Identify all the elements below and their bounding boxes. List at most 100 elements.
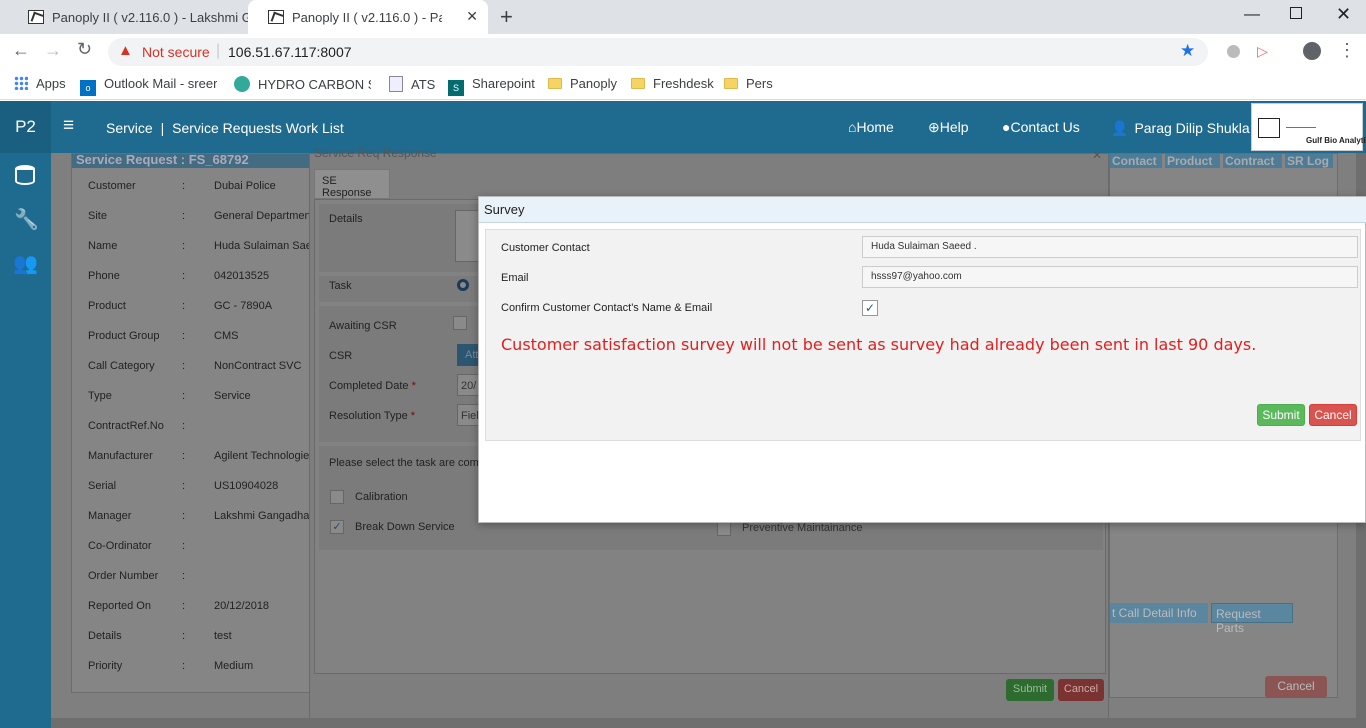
sr-field-label: Site [88,210,107,222]
hamburger-menu-icon[interactable]: ≡ [63,116,74,135]
sr-field-colon: : [182,300,186,312]
survey-dialog: Survey Customer Contact Huda Sulaiman Sa… [478,196,1366,523]
bookmark-panoply[interactable]: Panoply [548,76,617,91]
csr-attach-button[interactable]: Att [457,344,479,366]
sr-field-label: Priority [88,660,123,672]
tab-sr-log[interactable]: SR Log [1285,154,1333,168]
browser-tab-active[interactable]: Panoply II ( v2.116.0 ) - Parag Dili ✕ [248,0,488,34]
nav-contact[interactable]: ●Contact Us [1002,119,1080,135]
sr-field-value: GC - 7890A [214,300,273,312]
panoply-favicon-icon [28,10,44,24]
nav-help[interactable]: ⊕Help [928,119,969,136]
sr-field-label: Manager [88,510,132,522]
sr-field-value: Agilent Technologie [214,450,309,462]
sr-field-label: Call Category [88,360,155,372]
address-bar[interactable]: ▲ Not secure | 106.51.67.117:8007 ★ [108,38,1208,66]
company-logo: Gulf Bio Analytical [1251,103,1366,151]
user-icon: 👤 [1111,120,1129,136]
database-icon[interactable] [15,165,35,185]
close-tab-icon[interactable]: ✕ [466,8,478,25]
sr-field-label: Product [88,300,126,312]
users-icon[interactable]: 👥 [13,251,38,276]
email-input[interactable]: hsss97@yahoo.com [862,266,1358,288]
sr-field-value: Service [214,390,251,402]
calibration-checkbox[interactable] [330,490,344,504]
tab-se-response[interactable]: SE Response [314,169,390,199]
extension-icon[interactable] [1227,45,1240,58]
sr-field-label: Type [88,390,112,402]
help-icon: ⊕ [928,119,940,135]
sr-field-label: Customer [88,180,136,192]
breakdown-checkbox[interactable]: ✓ [330,520,344,534]
sr-field-value: Medium [214,660,254,672]
breadcrumb-service[interactable]: Service [106,120,153,136]
sr-field-label: Co-Ordinator [88,540,152,552]
browser-tab[interactable]: Panoply II ( v2.116.0 ) - Lakshmi G [8,0,248,34]
se-submit-button[interactable]: Submit [1006,679,1054,701]
survey-cancel-button[interactable]: Cancel [1309,404,1357,426]
tab-contract[interactable]: Contract [1223,154,1282,168]
completed-date-input[interactable]: 20/ [457,374,479,396]
bookmark-star-icon[interactable]: ★ [1180,41,1195,61]
bookmark-apps[interactable]: Apps [14,76,66,91]
sr-field-colon: : [182,480,186,492]
sr-field-label: Manufacturer [88,450,153,462]
folder-icon [724,78,738,89]
bookmark-outlook[interactable]: o Outlook Mail - sreera [80,76,217,96]
calibration-label: Calibration [355,491,408,503]
resolution-type-select[interactable]: Fiel [457,404,479,426]
sr-field-label: Reported On [88,600,151,612]
close-icon[interactable]: ✕ [1092,148,1102,162]
restore-icon[interactable] [1290,7,1302,19]
sr-field-label: Phone [88,270,120,282]
right-cancel-button[interactable]: Cancel [1265,676,1327,698]
sr-field-value: Lakshmi Gangadhar [214,510,309,522]
menu-kebab-icon[interactable]: ⋮ [1338,40,1356,61]
customer-contact-label: Customer Contact [501,242,590,254]
preventive-label: Preventive Maintainance [742,522,863,534]
bookmark-sharepoint[interactable]: S Sharepoint [448,76,535,96]
nav-home[interactable]: ⌂Home [848,119,894,135]
se-cancel-button[interactable]: Cancel [1058,679,1104,701]
bookmark-pers[interactable]: Pers [724,76,773,91]
customer-contact-input[interactable]: Huda Sulaiman Saeed . [862,236,1358,258]
survey-message: Customer satisfaction survey will not be… [501,335,1257,354]
task-prompt: Please select the task are com [329,457,479,469]
sr-field-colon: : [182,360,186,372]
bookmark-ats[interactable]: ATS [389,76,435,92]
horizontal-scrollbar[interactable] [51,718,1366,728]
preventive-checkbox[interactable] [717,522,731,536]
se-window-title: Service Req Response [314,146,437,160]
folder-icon [631,78,645,89]
close-window-icon[interactable]: ✕ [1336,4,1351,25]
sr-field-label: Details [88,630,122,642]
confirm-label: Confirm Customer Contact's Name & Email [501,302,713,314]
forward-icon[interactable]: → [44,40,62,61]
task-radio[interactable] [457,279,469,291]
call-detail-button[interactable]: t Call Detail Info [1110,603,1208,623]
user-menu[interactable]: 👤 Parag Dilip Shukla [1111,120,1250,137]
awaiting-csr-checkbox[interactable] [453,316,467,330]
app-logo[interactable]: P2 [0,101,51,153]
bookmark-freshdesk[interactable]: Freshdesk [631,76,714,91]
confirm-checkbox[interactable]: ✓ [862,300,878,316]
sr-field-label: Product Group [88,330,160,342]
tab-product[interactable]: Product [1165,154,1220,168]
breadcrumb-worklist: Service Requests Work List [172,120,344,136]
tab-contact[interactable]: Contact [1110,154,1162,168]
new-tab-button[interactable]: + [500,4,513,30]
request-parts-button[interactable]: Request Parts [1211,603,1293,635]
bookmark-hydrocarbon[interactable]: HYDRO CARBON SOL [234,76,371,92]
minimize-icon[interactable]: — [1244,6,1260,24]
reload-icon[interactable]: ↻ [77,39,92,60]
globe-icon [234,76,250,92]
sr-field-colon: : [182,570,186,582]
survey-submit-button[interactable]: Submit [1257,404,1305,426]
sr-field-value: NonContract SVC [214,360,302,372]
details-textarea[interactable] [455,210,479,262]
profile-icon[interactable] [1303,42,1321,60]
wrench-icon[interactable]: 🔧 [14,207,39,232]
sr-field-value: 042013525 [214,270,270,282]
back-icon[interactable]: ← [12,40,30,61]
extension-cast-icon[interactable]: ▷ [1257,43,1268,60]
